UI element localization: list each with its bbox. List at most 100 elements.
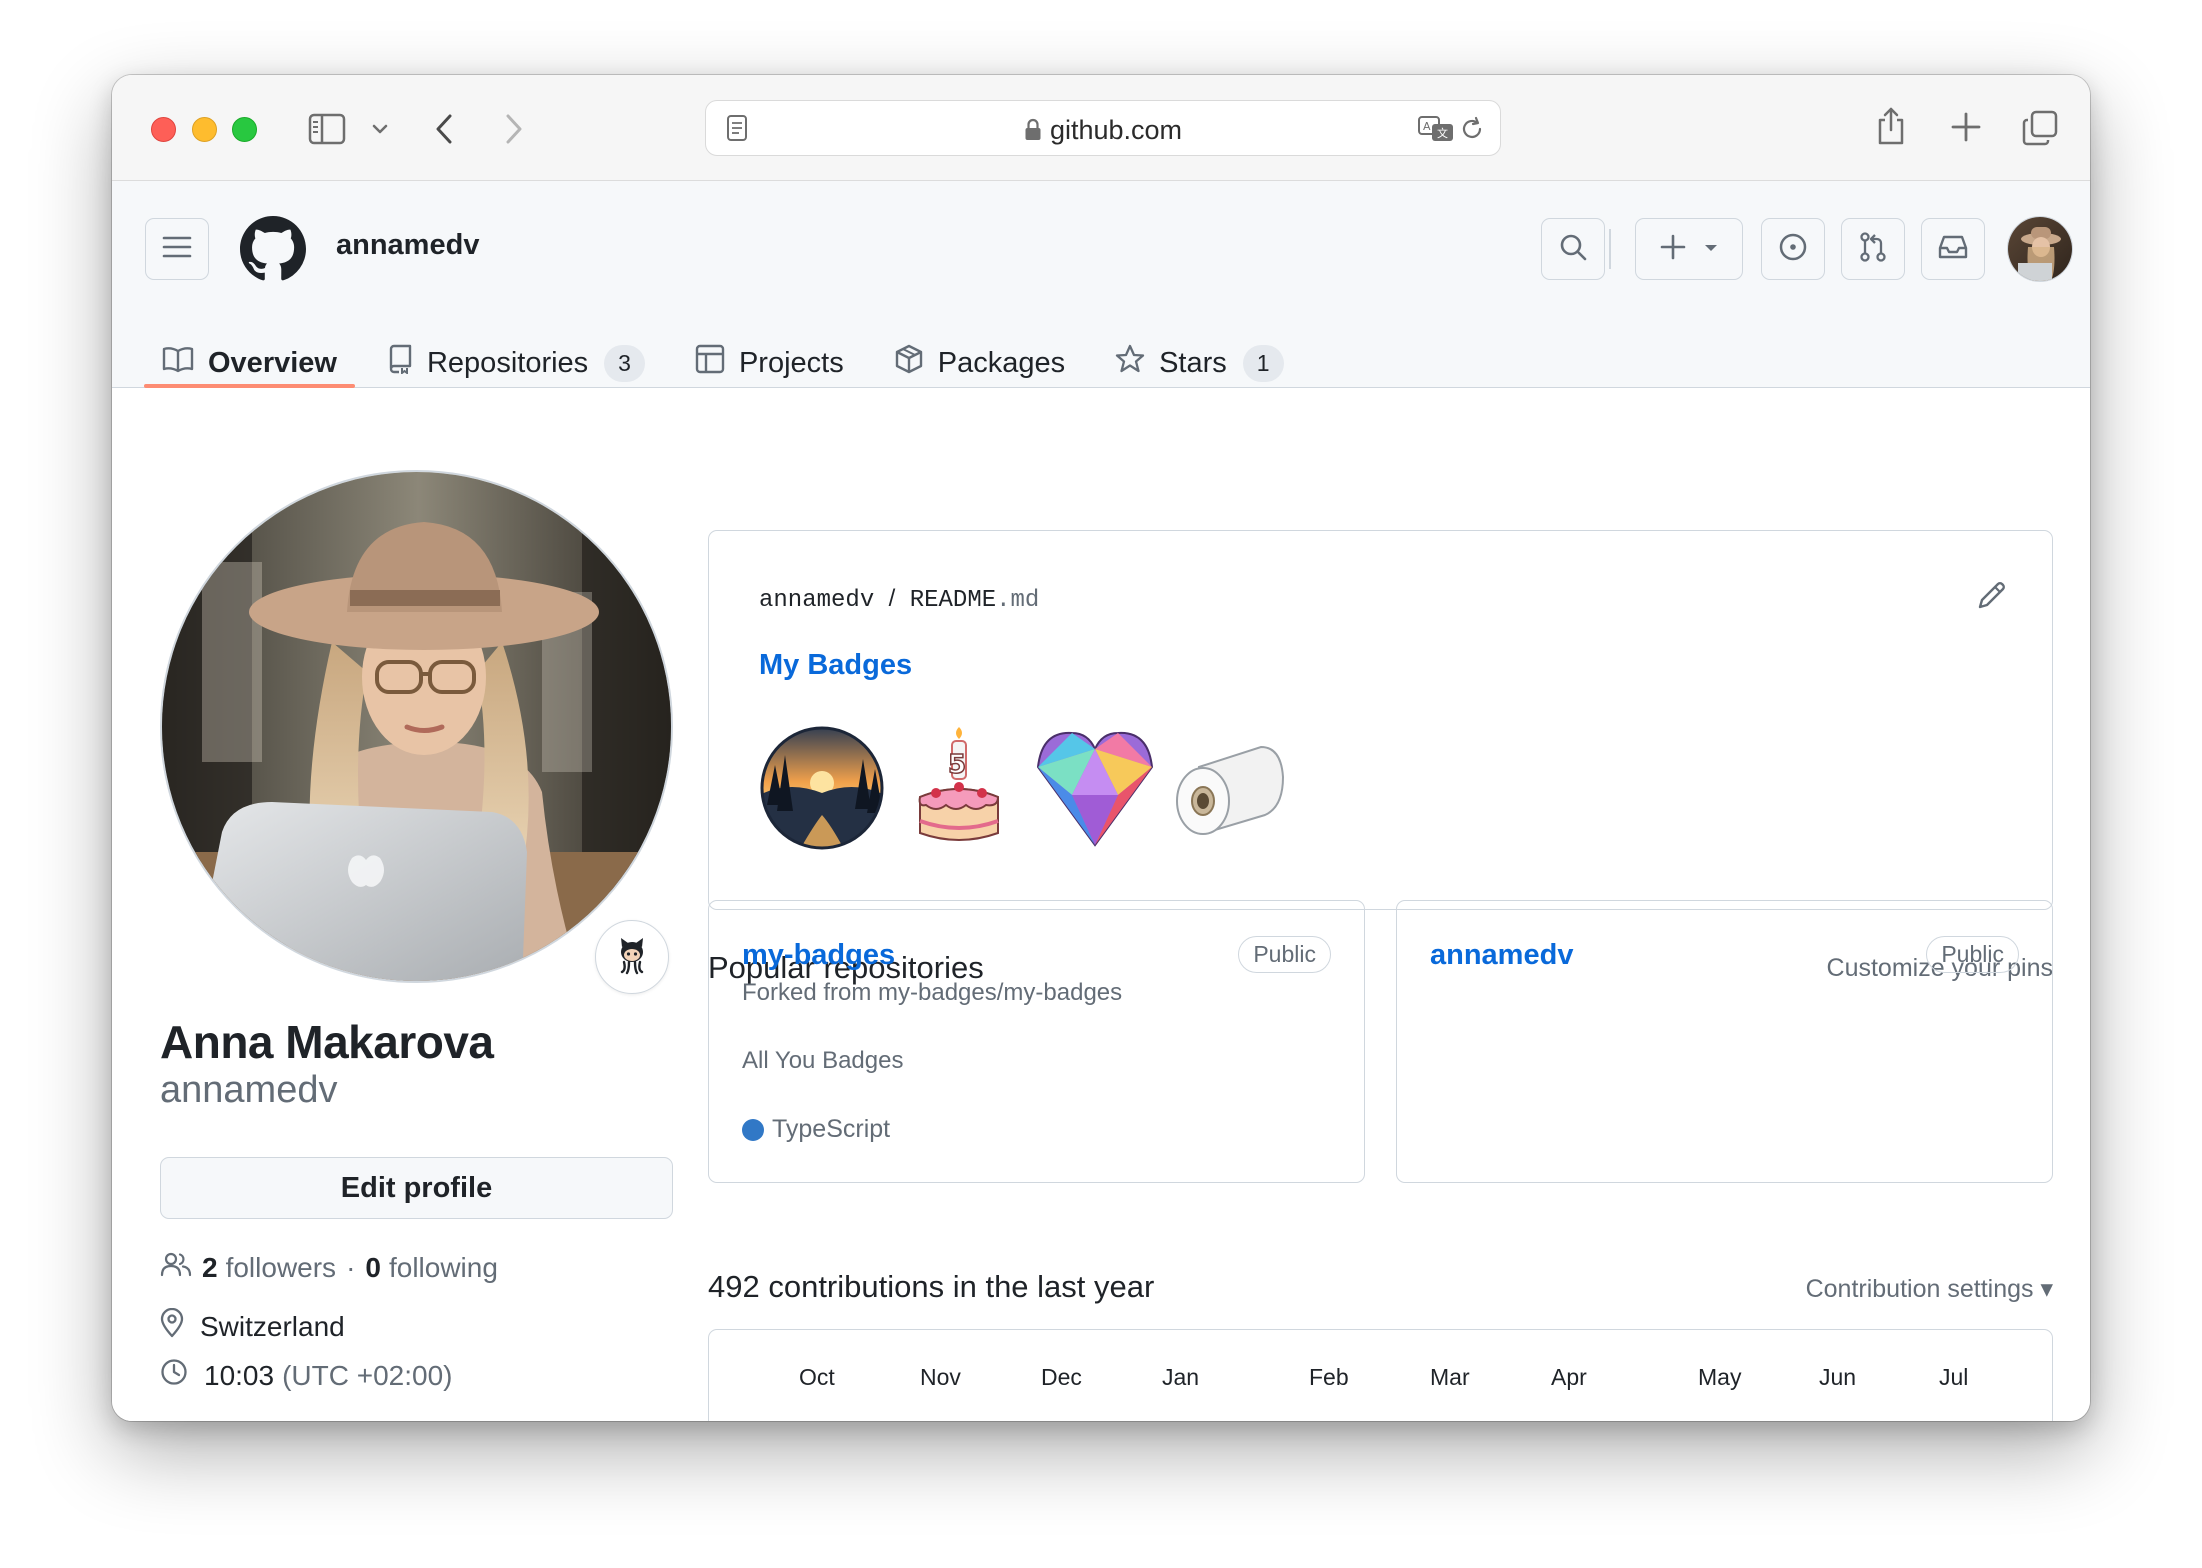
follow-separator: ·	[346, 1251, 356, 1283]
forward-icon[interactable]	[502, 111, 526, 147]
diamond-heart-badge[interactable]	[1032, 725, 1158, 851]
readme-owner[interactable]: annamedv	[759, 587, 874, 614]
repo-icon	[387, 344, 427, 382]
pencil-icon[interactable]	[1974, 579, 2008, 613]
following-link[interactable]: 0 following	[365, 1252, 498, 1284]
location-icon	[160, 1307, 200, 1345]
profile-tabs: Overview Repositories 3 Projects Package…	[144, 339, 1316, 388]
menu-button[interactable]	[145, 218, 209, 280]
lock-icon	[1024, 118, 1042, 149]
month-label: Oct	[799, 1364, 835, 1390]
profile-content: Anna Makarova annamedv Edit profile 2 fol…	[112, 389, 2090, 1421]
profile-avatar[interactable]	[160, 470, 673, 983]
contribution-graph: Oct Nov Dec Jan Feb Mar Apr May Jun Jul	[708, 1329, 2053, 1421]
contribution-settings-button[interactable]: Contribution settings ▾	[1806, 1274, 2053, 1304]
tab-stars[interactable]: Stars 1	[1097, 339, 1301, 387]
repositories-count: 3	[604, 344, 645, 382]
repo-description: All You Badges	[742, 1047, 904, 1074]
toilet-paper-badge[interactable]	[1169, 725, 1295, 851]
month-labels: Oct Nov Dec Jan Feb Mar Apr May Jun Jul	[709, 1364, 2052, 1394]
language-name: TypeScript	[772, 1115, 891, 1143]
search-button[interactable]	[1541, 218, 1605, 280]
repo-card: annamedv Public	[1396, 900, 2053, 1183]
translate-icon[interactable]: A文	[1416, 114, 1456, 144]
svg-text:5: 5	[948, 750, 966, 780]
edit-profile-button[interactable]: Edit profile	[160, 1157, 673, 1219]
close-window-button[interactable]	[151, 117, 176, 142]
following-label: following	[388, 1251, 498, 1283]
followers-row: 2 followers · 0 following	[160, 1251, 498, 1284]
forked-from-text: Forked from my-badges/my-badges	[742, 979, 1123, 1006]
caret-down-icon	[1704, 240, 1718, 258]
address-bar[interactable]: github.com A文	[705, 100, 1501, 156]
followers-link[interactable]: 2 followers	[202, 1252, 336, 1284]
url-label: github.com	[1049, 115, 1183, 145]
plus-icon	[1660, 234, 1686, 265]
tab-packages[interactable]: Packages	[876, 339, 1083, 387]
local-time-row: 10:03 (UTC +02:00)	[160, 1358, 452, 1393]
book-icon	[162, 345, 208, 381]
tab-projects[interactable]: Projects	[677, 339, 862, 387]
month-label: Jun	[1819, 1364, 1857, 1390]
readme-file[interactable]: README	[910, 587, 996, 614]
tab-overview[interactable]: Overview	[144, 339, 355, 388]
following-count: 0	[365, 1251, 381, 1283]
tab-overview-label: Overview	[208, 346, 337, 379]
repo-name-link[interactable]: my-badges	[742, 939, 895, 972]
landscape-badge[interactable]	[759, 725, 885, 851]
github-logo-icon[interactable]	[240, 216, 306, 282]
minimize-window-button[interactable]	[192, 117, 217, 142]
star-icon	[1115, 344, 1159, 382]
svg-text:文: 文	[1437, 126, 1448, 140]
octocat-icon	[612, 935, 652, 980]
readme-box: annamedv / README.md My Badges 5	[708, 530, 2053, 910]
inbox-button[interactable]	[1921, 218, 1985, 280]
repo-card: my-badges Public Forked from my-badges/m…	[708, 900, 1365, 1183]
tab-repositories[interactable]: Repositories 3	[369, 339, 663, 387]
tab-projects-label: Projects	[738, 346, 844, 379]
github-header: annamedv Overview Repositories 3 Project…	[112, 181, 2090, 388]
sidebar-toggle-icon[interactable]	[307, 111, 347, 147]
tab-packages-label: Packages	[937, 346, 1066, 379]
inbox-icon	[1937, 233, 1969, 266]
git-pull-request-icon	[1858, 231, 1888, 268]
status-emoji-button[interactable]	[595, 920, 669, 994]
header-divider	[1609, 229, 1611, 269]
back-icon[interactable]	[432, 111, 456, 147]
create-new-button[interactable]	[1635, 218, 1743, 280]
readme-ext: .md	[996, 587, 1040, 614]
month-label: Dec	[1041, 1364, 1082, 1390]
browser-toolbar: github.com A文	[112, 75, 2090, 181]
visibility-badge: Public	[1238, 936, 1331, 973]
pull-requests-button[interactable]	[1841, 218, 1905, 280]
tab-overview-icon[interactable]	[2021, 109, 2059, 147]
birthday-cake-badge[interactable]: 5	[896, 725, 1022, 851]
issues-button[interactable]	[1761, 218, 1825, 280]
owner-name[interactable]: annamedv	[336, 229, 479, 262]
contributions-title: 492 contributions in the last year	[708, 1269, 1155, 1304]
month-label: Feb	[1309, 1364, 1349, 1390]
readme-heading[interactable]: My Badges	[759, 649, 912, 682]
svg-text:A: A	[1423, 120, 1431, 133]
followers-count: 2	[202, 1251, 218, 1283]
location-text: Switzerland	[200, 1310, 345, 1342]
tab-stars-label: Stars	[1159, 346, 1227, 379]
repo-name-link[interactable]: annamedv	[1430, 939, 1573, 972]
month-label: Jul	[1939, 1364, 1969, 1390]
table-icon	[695, 344, 739, 382]
share-icon[interactable]	[1874, 105, 1908, 147]
zoom-window-button[interactable]	[232, 117, 257, 142]
reload-icon[interactable]	[1458, 115, 1486, 143]
month-label: May	[1698, 1364, 1742, 1390]
clock-icon	[160, 1358, 204, 1393]
people-icon	[160, 1251, 192, 1284]
readme-path: annamedv / README.md	[759, 585, 1039, 614]
tab-repositories-label: Repositories	[426, 346, 589, 379]
user-avatar[interactable]	[2007, 216, 2073, 282]
location-row: Switzerland	[160, 1307, 345, 1345]
local-time: 10:03	[204, 1359, 275, 1391]
month-label: Jan	[1162, 1364, 1200, 1390]
issue-opened-icon	[1778, 232, 1808, 267]
chevron-down-icon[interactable]	[370, 117, 390, 141]
new-tab-icon[interactable]	[1950, 111, 1982, 143]
